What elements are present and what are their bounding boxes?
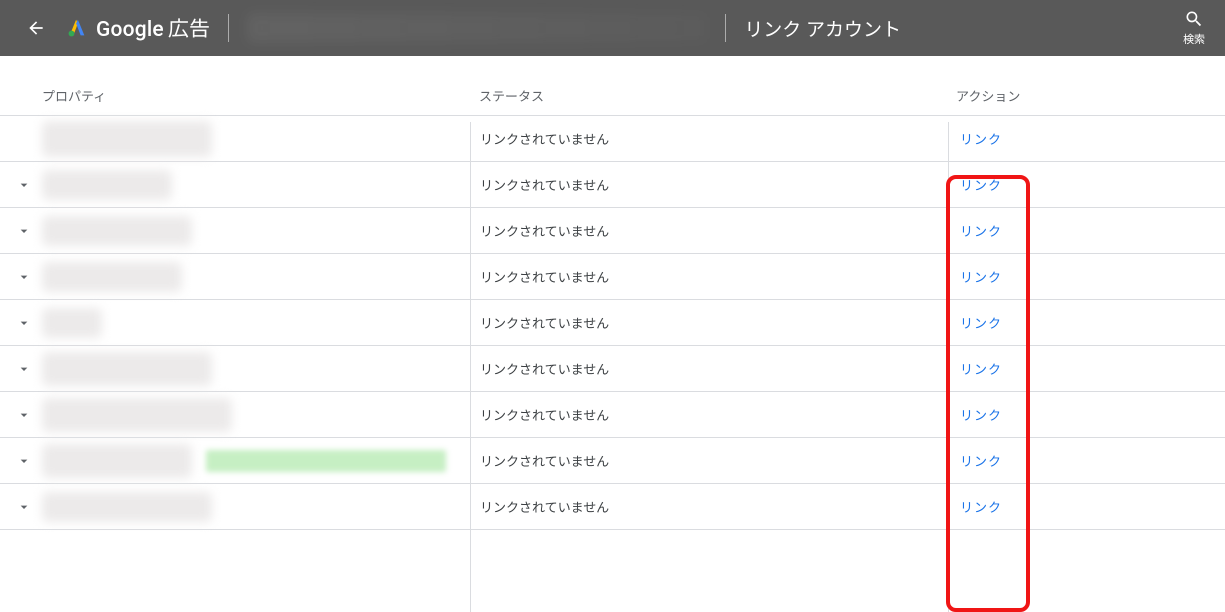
chevron-down-icon <box>16 499 32 515</box>
table-row: リンクされていませんリンク <box>0 484 1225 530</box>
expand-toggle[interactable] <box>12 403 36 427</box>
chevron-down-icon <box>16 453 32 469</box>
expand-toggle[interactable] <box>12 219 36 243</box>
table-row: リンクされていませんリンク <box>0 162 1225 208</box>
cell-action: リンク <box>948 313 1158 332</box>
table-row: リンクされていませんリンク <box>0 438 1225 484</box>
brand-ads: 広告 <box>168 13 210 43</box>
properties-table: プロパティ ステータス アクション リンクされていませんリンクリンクされていませ… <box>0 56 1225 530</box>
link-button[interactable]: リンク <box>958 129 1004 152</box>
column-header-action: アクション <box>948 86 1158 105</box>
table-row: リンクされていませんリンク <box>0 116 1225 162</box>
cell-action: リンク <box>948 221 1158 240</box>
link-button[interactable]: リンク <box>958 497 1004 520</box>
cell-property <box>0 216 470 246</box>
chevron-down-icon <box>16 177 32 193</box>
cell-status: リンクされていません <box>470 451 948 470</box>
cell-action: リンク <box>948 175 1158 194</box>
account-name-redacted <box>247 13 707 43</box>
link-button[interactable]: リンク <box>958 221 1004 244</box>
expand-toggle[interactable] <box>12 265 36 289</box>
header-divider <box>228 14 229 42</box>
table-row: リンクされていませんリンク <box>0 346 1225 392</box>
property-name-redacted <box>42 308 102 338</box>
link-button[interactable]: リンク <box>958 451 1004 474</box>
link-button[interactable]: リンク <box>958 359 1004 382</box>
column-header-status: ステータス <box>470 86 948 105</box>
cell-property <box>0 352 470 386</box>
cell-property <box>0 308 470 338</box>
property-name-redacted <box>42 170 172 200</box>
link-button[interactable]: リンク <box>958 313 1004 336</box>
table-row: リンクされていませんリンク <box>0 254 1225 300</box>
table-row: リンクされていませんリンク <box>0 208 1225 254</box>
property-name-redacted <box>42 398 232 432</box>
search-button[interactable]: 検索 <box>1183 9 1205 47</box>
page-title: リンク アカウント <box>744 15 901 42</box>
google-ads-logo-icon <box>66 17 88 39</box>
expand-toggle[interactable] <box>12 449 36 473</box>
header-divider <box>725 14 726 42</box>
cell-property <box>0 444 470 478</box>
table-body: リンクされていませんリンクリンクされていませんリンクリンクされていませんリンクリ… <box>0 116 1225 530</box>
cell-status: リンクされていません <box>470 129 948 148</box>
expand-toggle[interactable] <box>12 311 36 335</box>
table-header-row: プロパティ ステータス アクション <box>0 56 1225 116</box>
chevron-down-icon <box>16 269 32 285</box>
search-label: 検索 <box>1183 31 1205 47</box>
chevron-down-icon <box>16 315 32 331</box>
chevron-down-icon <box>16 407 32 423</box>
link-button[interactable]: リンク <box>958 405 1004 428</box>
app-header: Google 広告 リンク アカウント 検索 <box>0 0 1225 56</box>
cell-status: リンクされていません <box>470 313 948 332</box>
column-header-property: プロパティ <box>42 86 470 105</box>
cell-action: リンク <box>948 497 1158 516</box>
cell-action: リンク <box>948 359 1158 378</box>
cell-property <box>0 121 470 157</box>
cell-action: リンク <box>948 129 1158 148</box>
property-highlight-redacted <box>206 450 446 472</box>
column-separator <box>948 122 949 612</box>
property-name-redacted <box>42 352 212 386</box>
cell-property <box>0 398 470 432</box>
chevron-down-icon <box>16 361 32 377</box>
cell-property <box>0 262 470 292</box>
cell-status: リンクされていません <box>470 221 948 240</box>
cell-property <box>0 492 470 522</box>
link-button[interactable]: リンク <box>958 267 1004 290</box>
cell-status: リンクされていません <box>470 175 948 194</box>
column-separator <box>470 122 471 612</box>
cell-status: リンクされていません <box>470 497 948 516</box>
cell-status: リンクされていません <box>470 359 948 378</box>
cell-property <box>0 170 470 200</box>
link-button[interactable]: リンク <box>958 175 1004 198</box>
table-row: リンクされていませんリンク <box>0 392 1225 438</box>
arrow-left-icon <box>26 18 46 38</box>
cell-action: リンク <box>948 451 1158 470</box>
cell-status: リンクされていません <box>470 405 948 424</box>
back-button[interactable] <box>20 12 52 44</box>
cell-action: リンク <box>948 267 1158 286</box>
brand-block: Google 広告 <box>66 13 210 43</box>
property-name-redacted <box>42 444 192 478</box>
property-name-redacted <box>42 121 212 157</box>
chevron-down-icon <box>16 223 32 239</box>
cell-status: リンクされていません <box>470 267 948 286</box>
property-name-redacted <box>42 492 212 522</box>
brand-google: Google <box>96 18 164 42</box>
table-row: リンクされていませんリンク <box>0 300 1225 346</box>
expand-toggle[interactable] <box>12 173 36 197</box>
expand-toggle[interactable] <box>12 357 36 381</box>
property-name-redacted <box>42 216 192 246</box>
cell-action: リンク <box>948 405 1158 424</box>
search-icon <box>1184 9 1204 29</box>
property-name-redacted <box>42 262 182 292</box>
brand-text: Google 広告 <box>96 13 210 43</box>
expand-toggle[interactable] <box>12 495 36 519</box>
